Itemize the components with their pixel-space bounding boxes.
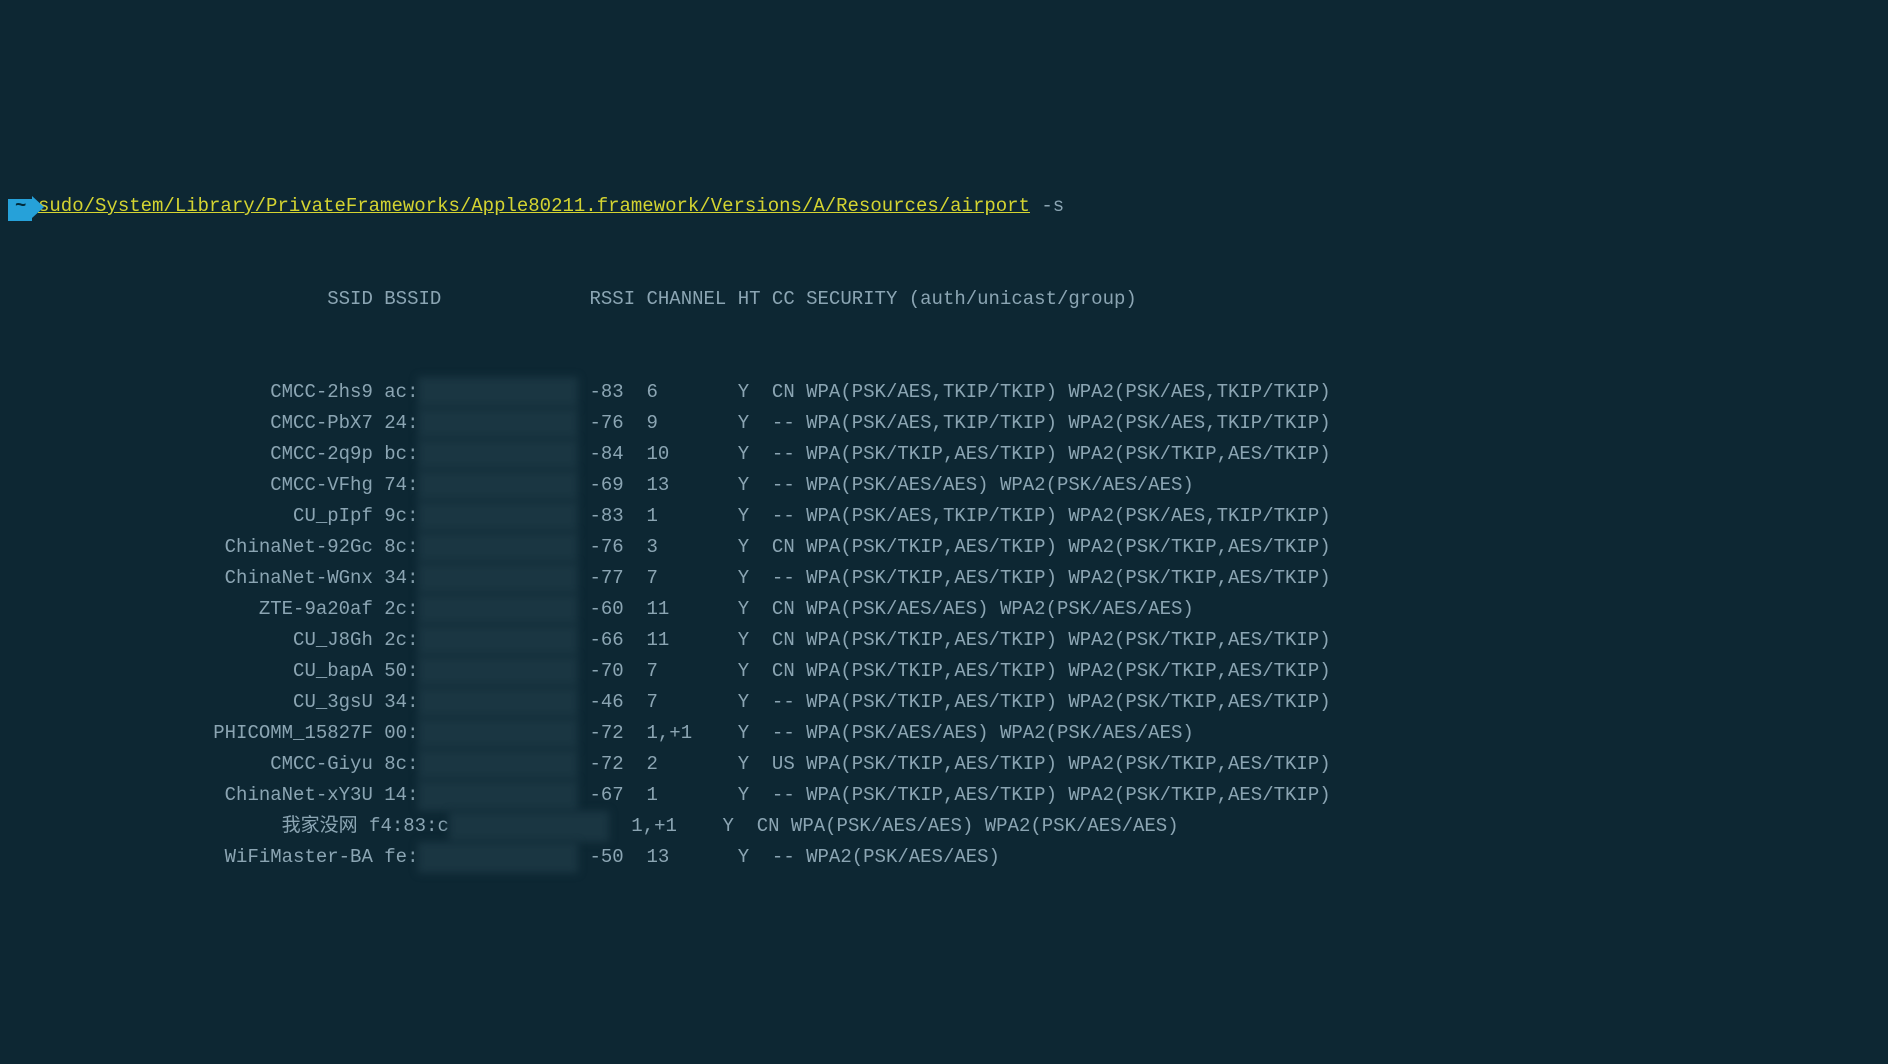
row-details: -83 1 Y -- WPA(PSK/AES,TKIP/TKIP) WPA2(P… (578, 505, 1342, 527)
row-details: -84 10 Y -- WPA(PSK/TKIP,AES/TKIP) WPA2(… (578, 443, 1342, 465)
redacted-bssid-icon: xx:xx:xx:xx:xx (418, 501, 578, 532)
row-details: -72 2 Y US WPA(PSK/TKIP,AES/TKIP) WPA2(P… (578, 753, 1342, 775)
row-details: 1,+1 Y CN WPA(PSK/AES/AES) WPA2(PSK/AES/… (609, 815, 1191, 837)
row-ssid-bssid: ChinaNet-WGnx 34: (8, 567, 418, 589)
row-details: -69 13 Y -- WPA(PSK/AES/AES) WPA2(PSK/AE… (578, 474, 1205, 496)
command-line[interactable]: ~ sudo /System/Library/PrivateFrameworks… (8, 191, 1888, 222)
table-row: ChinaNet-xY3U 14:xx:xx:xx:xx:xx -67 1 Y … (8, 780, 1888, 811)
row-ssid-bssid: 我家没网 f4:83:c (8, 815, 449, 837)
row-ssid-bssid: CU_pIpf 9c: (8, 505, 418, 527)
row-details: -77 7 Y -- WPA(PSK/TKIP,AES/TKIP) WPA2(P… (578, 567, 1342, 589)
table-row: CU_J8Gh 2c:xx:xx:xx:xx:xx -66 11 Y CN WP… (8, 625, 1888, 656)
row-details: -72 1,+1 Y -- WPA(PSK/AES/AES) WPA2(PSK/… (578, 722, 1205, 744)
redacted-bssid-icon: xx:xx:xx:xx:xx (418, 594, 578, 625)
row-details: -76 9 Y -- WPA(PSK/AES,TKIP/TKIP) WPA2(P… (578, 412, 1342, 434)
row-details: -76 3 Y CN WPA(PSK/TKIP,AES/TKIP) WPA2(P… (578, 536, 1342, 558)
row-details: -83 6 Y CN WPA(PSK/AES,TKIP/TKIP) WPA2(P… (578, 381, 1342, 403)
table-row: CMCC-2hs9 ac:xx:xx:xx:xx:xx -83 6 Y CN W… (8, 377, 1888, 408)
terminal-window[interactable]: ~ sudo /System/Library/PrivateFrameworks… (0, 124, 1888, 909)
command-flag: -s (1030, 191, 1064, 222)
table-row: CU_bapA 50:xx:xx:xx:xx:xx -70 7 Y CN WPA… (8, 656, 1888, 687)
row-details: -50 13 Y -- WPA2(PSK/AES/AES) (578, 846, 1011, 868)
row-details: -67 1 Y -- WPA(PSK/TKIP,AES/TKIP) WPA2(P… (578, 784, 1342, 806)
table-row: ChinaNet-92Gc 8c:xx:xx:xx:xx:xx -76 3 Y … (8, 532, 1888, 563)
table-header: SSID BSSID RSSI CHANNEL HT CC SECURITY (… (8, 284, 1888, 315)
table-row: 我家没网 f4:83:cxx:xx:xx:xx:xx 1,+1 Y CN WPA… (8, 811, 1888, 842)
row-ssid-bssid: CMCC-Giyu 8c: (8, 753, 418, 775)
row-ssid-bssid: CU_J8Gh 2c: (8, 629, 418, 651)
sudo-command: sudo (38, 191, 84, 222)
row-ssid-bssid: CMCC-PbX7 24: (8, 412, 418, 434)
table-row: WiFiMaster-BA fe:xx:xx:xx:xx:xx -50 13 Y… (8, 842, 1888, 873)
redacted-bssid-icon: xx:xx:xx:xx:xx (418, 625, 578, 656)
redacted-bssid-icon: xx:xx:xx:xx:xx (418, 563, 578, 594)
row-ssid-bssid: ChinaNet-xY3U 14: (8, 784, 418, 806)
table-body: CMCC-2hs9 ac:xx:xx:xx:xx:xx -83 6 Y CN W… (8, 377, 1888, 873)
table-row: CMCC-Giyu 8c:xx:xx:xx:xx:xx -72 2 Y US W… (8, 749, 1888, 780)
row-ssid-bssid: ZTE-9a20af 2c: (8, 598, 418, 620)
row-details: -66 11 Y CN WPA(PSK/TKIP,AES/TKIP) WPA2(… (578, 629, 1342, 651)
table-row: CU_3gsU 34:xx:xx:xx:xx:xx -46 7 Y -- WPA… (8, 687, 1888, 718)
table-row: CU_pIpf 9c:xx:xx:xx:xx:xx -83 1 Y -- WPA… (8, 501, 1888, 532)
redacted-bssid-icon: xx:xx:xx:xx:xx (418, 656, 578, 687)
redacted-bssid-icon: xx:xx:xx:xx:xx (418, 408, 578, 439)
row-ssid-bssid: ChinaNet-92Gc 8c: (8, 536, 418, 558)
redacted-bssid-icon: xx:xx:xx:xx:xx (418, 532, 578, 563)
table-row: CMCC-PbX7 24:xx:xx:xx:xx:xx -76 9 Y -- W… (8, 408, 1888, 439)
row-ssid-bssid: CMCC-2q9p bc: (8, 443, 418, 465)
redacted-bssid-icon: xx:xx:xx:xx:xx (418, 780, 578, 811)
row-ssid-bssid: CU_3gsU 34: (8, 691, 418, 713)
redacted-bssid-icon: xx:xx:xx:xx:xx (449, 811, 609, 842)
prompt-tilde: ~ (15, 191, 26, 222)
row-details: -70 7 Y CN WPA(PSK/TKIP,AES/TKIP) WPA2(P… (578, 660, 1342, 682)
row-ssid-bssid: CU_bapA 50: (8, 660, 418, 682)
prompt-arrow-icon: ~ (8, 196, 32, 218)
redacted-bssid-icon: xx:xx:xx:xx:xx (418, 377, 578, 408)
row-ssid-bssid: PHICOMM_15827F 00: (8, 722, 418, 744)
row-ssid-bssid: CMCC-VFhg 74: (8, 474, 418, 496)
table-row: CMCC-VFhg 74:xx:xx:xx:xx:xx -69 13 Y -- … (8, 470, 1888, 501)
command-path: /System/Library/PrivateFrameworks/Apple8… (84, 191, 1030, 222)
table-row: ChinaNet-WGnx 34:xx:xx:xx:xx:xx -77 7 Y … (8, 563, 1888, 594)
redacted-bssid-icon: xx:xx:xx:xx:xx (418, 470, 578, 501)
row-ssid-bssid: WiFiMaster-BA fe: (8, 846, 418, 868)
row-details: -46 7 Y -- WPA(PSK/TKIP,AES/TKIP) WPA2(P… (578, 691, 1342, 713)
row-ssid-bssid: CMCC-2hs9 ac: (8, 381, 418, 403)
table-row: ZTE-9a20af 2c:xx:xx:xx:xx:xx -60 11 Y CN… (8, 594, 1888, 625)
table-row: PHICOMM_15827F 00:xx:xx:xx:xx:xx -72 1,+… (8, 718, 1888, 749)
redacted-bssid-icon: xx:xx:xx:xx:xx (418, 439, 578, 470)
redacted-bssid-icon: xx:xx:xx:xx:xx (418, 718, 578, 749)
redacted-bssid-icon: xx:xx:xx:xx:xx (418, 749, 578, 780)
table-row: CMCC-2q9p bc:xx:xx:xx:xx:xx -84 10 Y -- … (8, 439, 1888, 470)
redacted-bssid-icon: xx:xx:xx:xx:xx (418, 687, 578, 718)
row-details: -60 11 Y CN WPA(PSK/AES/AES) WPA2(PSK/AE… (578, 598, 1205, 620)
redacted-bssid-icon: xx:xx:xx:xx:xx (418, 842, 578, 873)
